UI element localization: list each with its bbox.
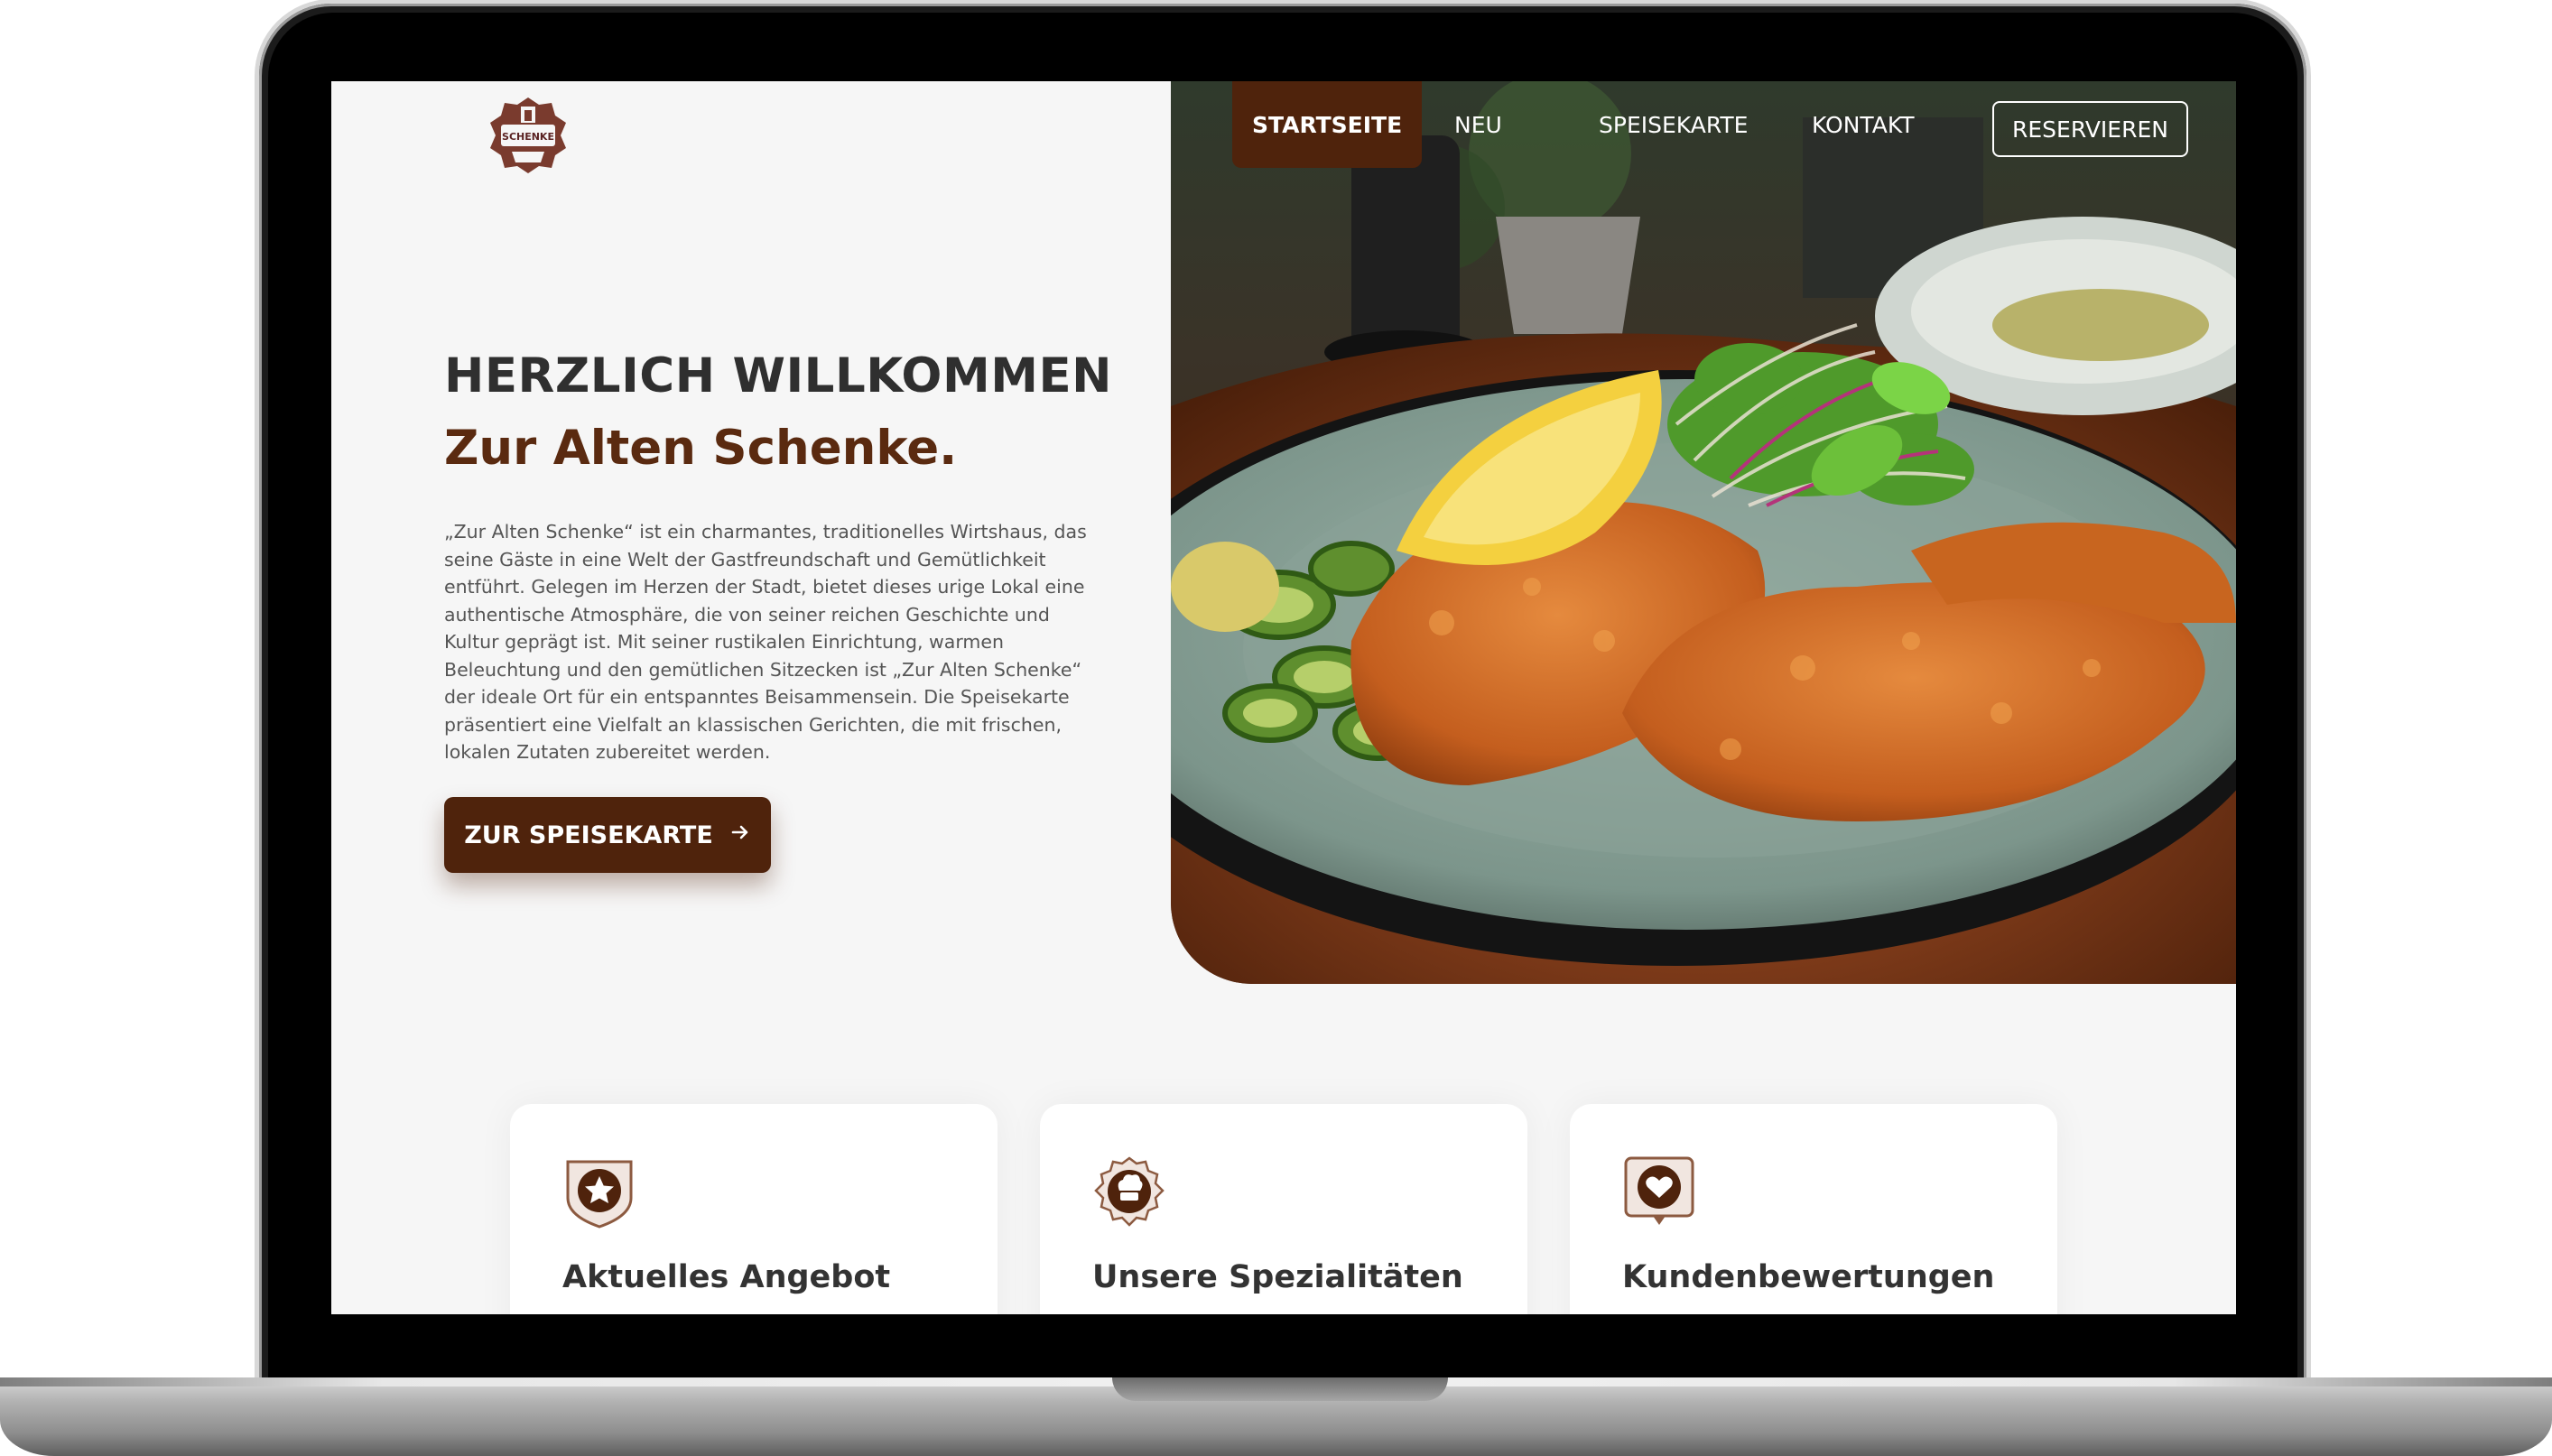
hero-subtitle: Zur Alten Schenke. (444, 421, 958, 476)
feature-card-title: Aktuelles Angebot (562, 1259, 891, 1295)
main-nav: STARTSEITE NEU SPEISEKARTE KONTAKT RESER… (1171, 81, 2236, 168)
svg-text:SCHENKE: SCHENKE (502, 131, 554, 143)
schnitzel-plate-illustration (1171, 81, 2236, 984)
website-screen: SCHENKE HERZLICH WILLKOMMEN Zur Alten Sc… (331, 81, 2236, 1314)
nav-item-speisekarte[interactable]: SPEISEKARTE (1599, 81, 1748, 168)
logo-emblem-icon: SCHENKE (490, 97, 566, 173)
hero-food-image (1171, 81, 2236, 984)
menu-cta-button[interactable]: ZUR SPEISEKARTE (444, 797, 771, 873)
feature-card-title: Kundenbewertungen (1622, 1259, 1995, 1295)
feature-card-offer[interactable]: Aktuelles Angebot (510, 1104, 998, 1314)
hero-title: HERZLICH WILLKOMMEN (444, 348, 1113, 403)
star-badge-icon (562, 1155, 636, 1229)
hero-text-section: SCHENKE HERZLICH WILLKOMMEN Zur Alten Sc… (331, 81, 1171, 984)
reserve-button[interactable]: RESERVIEREN (1992, 101, 2188, 157)
feature-card-specialties[interactable]: Unsere Spezialitäten (1040, 1104, 1527, 1314)
brand-logo[interactable]: SCHENKE (485, 92, 571, 179)
heart-speech-icon (1622, 1155, 1696, 1229)
nav-item-kontakt[interactable]: KONTAKT (1812, 81, 1915, 168)
menu-cta-label: ZUR SPEISEKARTE (464, 821, 713, 849)
nav-item-startseite[interactable]: STARTSEITE (1232, 81, 1423, 168)
arrow-right-icon (729, 821, 751, 849)
hero-intro-text: „Zur Alten Schenke“ ist ein charmantes, … (444, 521, 1087, 763)
feature-card-reviews[interactable]: Kundenbewertungen (1570, 1104, 2057, 1314)
feature-card-title: Unsere Spezialitäten (1092, 1259, 1463, 1295)
laptop-notch (1112, 1377, 1448, 1401)
chef-hat-badge-icon (1092, 1155, 1166, 1229)
nav-item-neu[interactable]: NEU (1454, 81, 1502, 168)
